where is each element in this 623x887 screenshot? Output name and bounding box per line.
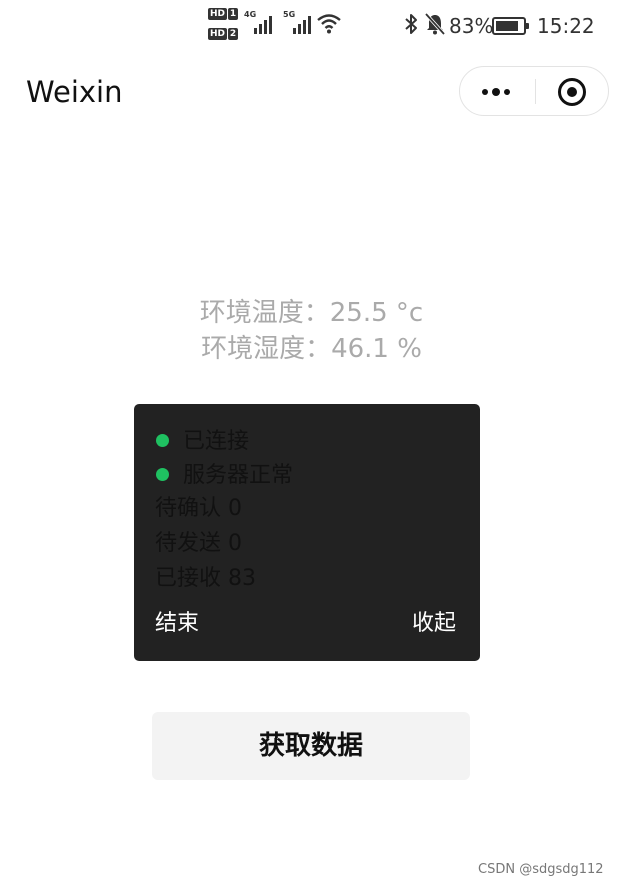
get-data-button[interactable]: 获取数据 <box>152 712 470 780</box>
page-title: Weixin <box>26 75 123 109</box>
collapse-button[interactable]: 收起 <box>412 609 456 639</box>
humidity-reading: 环境湿度：46.1 % <box>201 334 422 364</box>
close-target-icon[interactable] <box>558 78 586 106</box>
connected-status: 已连接 <box>183 429 250 454</box>
received-count: 已接收 83 <box>155 566 256 591</box>
battery-percent: 83% <box>449 14 494 38</box>
end-button[interactable]: 结束 <box>155 609 199 639</box>
pending-confirm-count: 待确认 0 <box>155 496 242 521</box>
pending-send-count: 待发送 0 <box>155 531 242 556</box>
battery-icon <box>492 17 529 35</box>
capsule-divider <box>535 79 536 104</box>
server-status: 服务器正常 <box>183 463 294 488</box>
sim1-hd-badge: HD 1 <box>208 8 239 20</box>
clock: 15:22 <box>537 14 595 38</box>
sim2-hd-badge: HD 2 <box>208 28 239 40</box>
server-status-dot <box>156 468 169 481</box>
bluetooth-icon <box>405 14 417 34</box>
status-bar: HD 1 HD 2 4G 5G 83% 15:22 <box>0 0 623 52</box>
watermark: CSDN @sdgsdg112 <box>478 862 604 877</box>
connected-status-dot <box>156 434 169 447</box>
temperature-reading: 环境温度：25.5 °c <box>199 298 424 328</box>
mini-program-capsule <box>459 66 609 116</box>
more-icon[interactable] <box>460 67 534 115</box>
mute-icon <box>424 12 446 36</box>
wifi-icon <box>317 14 341 34</box>
